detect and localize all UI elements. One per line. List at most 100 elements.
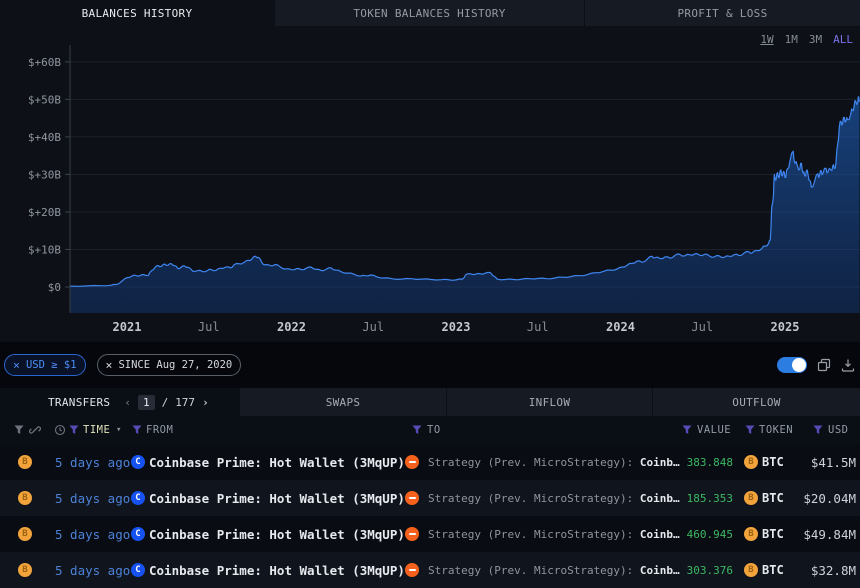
tab-inflow[interactable]: INFLOW — [447, 388, 653, 416]
range-1w-button[interactable]: 1W — [760, 33, 773, 46]
svg-text:$+30B: $+30B — [28, 168, 61, 181]
transfer-time-link[interactable]: 5 days ago — [55, 480, 130, 516]
toggle-knob — [792, 358, 806, 372]
link-columns-icon[interactable] — [29, 416, 41, 444]
tab-balances-history[interactable]: BALANCES HISTORY — [0, 0, 275, 26]
copy-icon[interactable] — [817, 358, 831, 372]
filter-icon[interactable] — [14, 416, 24, 444]
svg-text:$0: $0 — [48, 281, 61, 294]
svg-text:2023: 2023 — [442, 320, 471, 334]
time-range-selector: 1W 1M 3M ALL — [760, 33, 853, 46]
transfer-usd: $32.8M — [774, 552, 856, 588]
page-separator: / — [162, 396, 169, 409]
btc-token-icon: B — [744, 480, 758, 516]
transfer-value: 303.376 — [645, 552, 733, 588]
range-all-button[interactable]: ALL — [833, 33, 853, 46]
btc-token-icon: B — [744, 444, 758, 480]
transfers-table: TIME ▾ FROM TO VALUE TOKEN USD B 5 days … — [0, 416, 860, 588]
transfer-from-link[interactable]: Coinbase Prime: Hot Wallet (3MqUP) — [149, 444, 405, 480]
transfer-value: 383.848 — [645, 444, 733, 480]
time-sort-caret-icon[interactable]: ▾ — [116, 416, 122, 444]
transfer-time-link[interactable]: 5 days ago — [55, 552, 130, 588]
svg-text:2022: 2022 — [277, 320, 306, 334]
transfer-value: 185.353 — [645, 480, 733, 516]
strategy-entity-icon — [405, 552, 419, 588]
token-filter-funnel-icon[interactable] — [745, 416, 755, 444]
next-page-icon[interactable]: › — [202, 396, 209, 409]
svg-text:Jul: Jul — [198, 320, 220, 334]
tab-token-balances-history[interactable]: TOKEN BALANCES HISTORY — [275, 0, 585, 26]
chart-controls — [777, 357, 855, 373]
current-page[interactable]: 1 — [138, 395, 155, 410]
column-header-from[interactable]: FROM — [146, 416, 173, 444]
table-header: TIME ▾ FROM TO VALUE TOKEN USD — [0, 416, 860, 444]
range-1m-button[interactable]: 1M — [785, 33, 798, 46]
total-pages: 177 — [175, 396, 195, 409]
transfer-usd: $41.5M — [774, 444, 856, 480]
filter-chip-label: SINCE Aug 27, 2020 — [118, 359, 232, 371]
column-header-value[interactable]: VALUE — [697, 416, 731, 444]
transfer-row[interactable]: B 5 days ago C Coinbase Prime: Hot Walle… — [0, 480, 860, 516]
usd-toggle[interactable] — [777, 357, 807, 373]
range-3m-button[interactable]: 3M — [809, 33, 822, 46]
btc-token-icon: B — [18, 516, 32, 552]
transfer-from-link[interactable]: Coinbase Prime: Hot Wallet (3MqUP) — [149, 480, 405, 516]
filter-chip-usd-min[interactable]: × USD ≥ $1 — [4, 354, 86, 376]
transfer-time-link[interactable]: 5 days ago — [55, 444, 130, 480]
column-header-to[interactable]: TO — [427, 416, 441, 444]
filter-chip-since-date[interactable]: × SINCE Aug 27, 2020 — [97, 354, 242, 376]
strategy-entity-icon — [405, 480, 419, 516]
svg-text:2025: 2025 — [771, 320, 800, 334]
svg-text:$+50B: $+50B — [28, 93, 61, 106]
transfer-time-link[interactable]: 5 days ago — [55, 516, 130, 552]
remove-filter-icon[interactable]: × — [13, 358, 20, 372]
transfer-row[interactable]: B 5 days ago C Coinbase Prime: Hot Walle… — [0, 552, 860, 588]
svg-text:$+40B: $+40B — [28, 131, 61, 144]
tab-transfers[interactable]: TRANSFERS ‹ 1 / 177 › — [0, 388, 240, 416]
pagination: ‹ 1 / 177 › — [124, 395, 208, 410]
time-filter-funnel-icon[interactable] — [69, 416, 79, 444]
svg-text:2024: 2024 — [606, 320, 635, 334]
transfer-from-link[interactable]: Coinbase Prime: Hot Wallet (3MqUP) — [149, 516, 405, 552]
tab-swaps[interactable]: SWAPS — [240, 388, 447, 416]
tab-outflow[interactable]: OUTFLOW — [653, 388, 860, 416]
btc-token-icon: B — [744, 516, 758, 552]
svg-text:Jul: Jul — [362, 320, 384, 334]
svg-text:$+60B: $+60B — [28, 56, 61, 69]
remove-filter-icon[interactable]: × — [106, 358, 113, 372]
top-tab-bar: BALANCES HISTORY TOKEN BALANCES HISTORY … — [0, 0, 860, 26]
from-filter-funnel-icon[interactable] — [132, 416, 142, 444]
filter-chip-label: USD ≥ $1 — [26, 359, 77, 371]
prev-page-icon[interactable]: ‹ — [124, 396, 131, 409]
to-filter-funnel-icon[interactable] — [412, 416, 422, 444]
transfer-row[interactable]: B 5 days ago C Coinbase Prime: Hot Walle… — [0, 516, 860, 552]
btc-token-icon: B — [744, 552, 758, 588]
clock-icon[interactable] — [54, 416, 66, 444]
usd-filter-funnel-icon[interactable] — [813, 416, 823, 444]
svg-text:$+20B: $+20B — [28, 206, 61, 219]
balances-history-chart-panel: 1W 1M 3M ALL $0 $+10B $+20B $+30B $+40B $+50B… — [0, 26, 860, 342]
column-header-time[interactable]: TIME — [83, 416, 110, 444]
btc-token-icon: B — [18, 480, 32, 516]
value-filter-funnel-icon[interactable] — [682, 416, 692, 444]
transfer-from-link[interactable]: Coinbase Prime: Hot Wallet (3MqUP) — [149, 552, 405, 588]
tab-transfers-label: TRANSFERS — [48, 396, 110, 409]
svg-text:Jul: Jul — [527, 320, 549, 334]
table-body: B 5 days ago C Coinbase Prime: Hot Walle… — [0, 444, 860, 588]
coinbase-entity-icon: C — [131, 444, 145, 480]
svg-text:Jul: Jul — [691, 320, 713, 334]
download-icon[interactable] — [841, 358, 855, 372]
transfer-value: 460.945 — [645, 516, 733, 552]
filter-bar: × USD ≥ $1 × SINCE Aug 27, 2020 — [0, 342, 860, 388]
transfer-row[interactable]: B 5 days ago C Coinbase Prime: Hot Walle… — [0, 444, 860, 480]
svg-text:$+10B: $+10B — [28, 243, 61, 256]
balance-history-area-chart: $0 $+10B $+20B $+30B $+40B $+50B $+60B 2021 Jul 2… — [0, 26, 860, 342]
coinbase-entity-icon: C — [131, 552, 145, 588]
tab-profit-and-loss[interactable]: PROFIT & LOSS — [585, 0, 860, 26]
btc-token-icon: B — [18, 444, 32, 480]
column-header-token[interactable]: TOKEN — [759, 416, 793, 444]
transfer-usd: $49.84M — [774, 516, 856, 552]
svg-text:2021: 2021 — [113, 320, 142, 334]
column-header-usd[interactable]: USD — [828, 416, 848, 444]
coinbase-entity-icon: C — [131, 516, 145, 552]
